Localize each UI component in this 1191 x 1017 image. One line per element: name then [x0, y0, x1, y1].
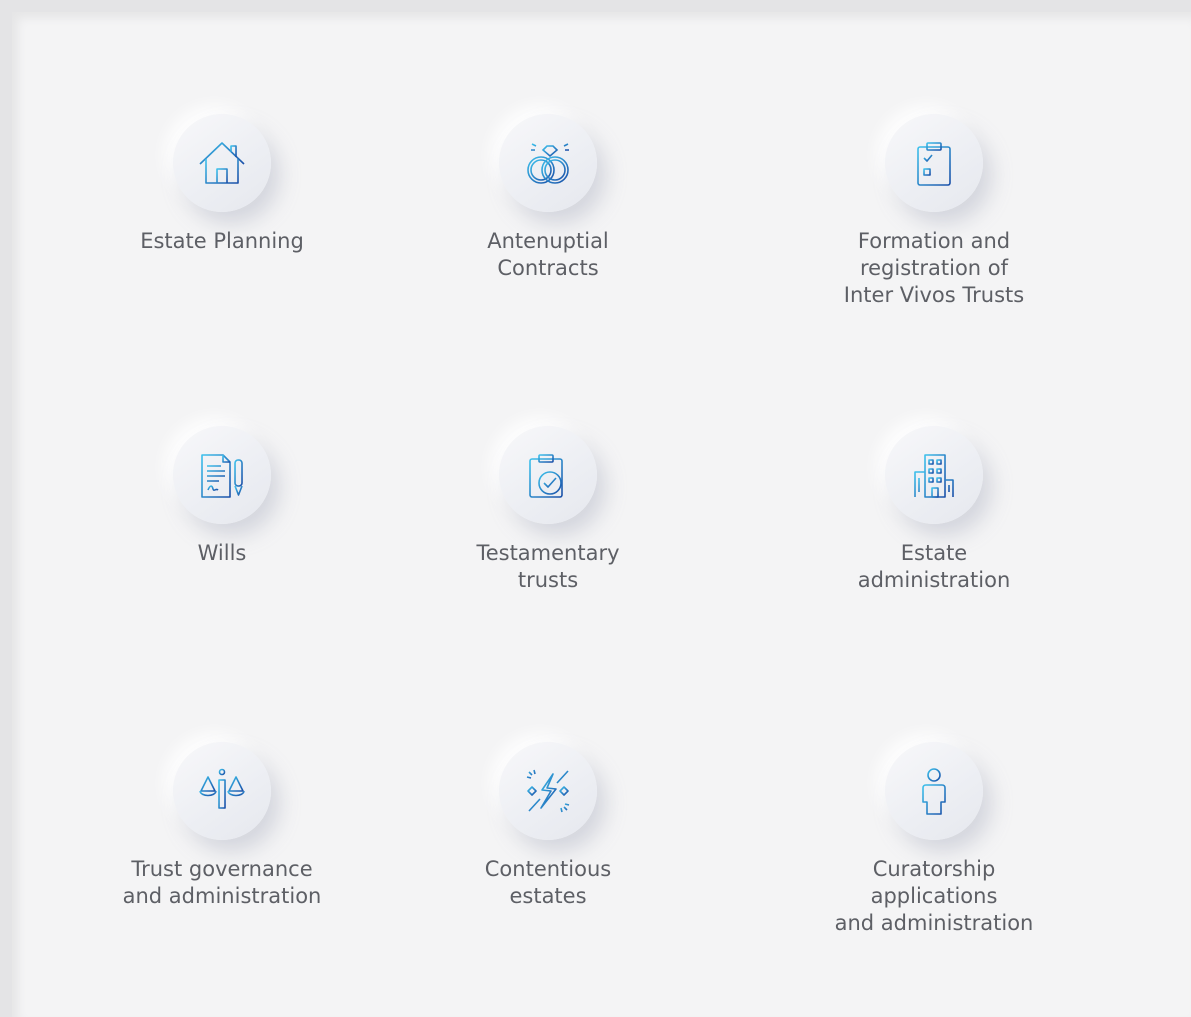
service-label: Estate Planning [140, 229, 304, 253]
service-inter-vivos-trusts[interactable]: Formation and registration of Inter Vivo… [804, 114, 1064, 309]
icon-disc [885, 742, 983, 840]
service-antenuptial-contracts[interactable]: Antenuptial Contracts [418, 114, 678, 282]
service-label: Trust governance and administration [122, 857, 322, 908]
service-testamentary-trusts[interactable]: Testamentary trusts [418, 426, 678, 594]
person-icon [922, 768, 946, 815]
service-wills[interactable]: Wills [92, 426, 352, 567]
services-panel: Estate Planning Antenuptial Contracts Fo… [12, 12, 1191, 1017]
icon-disc [173, 742, 271, 840]
icon-disc [173, 114, 271, 212]
service-label: Wills [197, 541, 247, 565]
icon-disc [499, 426, 597, 524]
icon-disc [499, 114, 597, 212]
clipboard-checklist-icon [917, 142, 951, 186]
service-label: Contentious estates [484, 857, 612, 908]
service-label: Antenuptial Contracts [487, 229, 609, 280]
clipboard-check-icon [529, 454, 563, 498]
wedding-rings-icon [527, 143, 569, 184]
service-estate-planning[interactable]: Estate Planning [92, 114, 352, 255]
house-icon [199, 142, 245, 184]
icon-disc [173, 426, 271, 524]
buildings-icon [912, 454, 956, 498]
service-estate-administration[interactable]: Estate administration [804, 426, 1064, 594]
icon-disc [885, 114, 983, 212]
icon-disc [885, 426, 983, 524]
service-curatorship[interactable]: Curatorship applications and administrat… [804, 742, 1064, 937]
icon-disc [499, 742, 597, 840]
service-label: Estate administration [857, 541, 1011, 592]
scales-icon [199, 768, 245, 813]
disconnect-lightning-icon [526, 769, 570, 813]
service-trust-governance[interactable]: Trust governance and administration [92, 742, 352, 910]
service-label: Testamentary trusts [476, 541, 620, 592]
service-label: Curatorship applications and administrat… [834, 857, 1034, 935]
service-label: Formation and registration of Inter Vivo… [843, 229, 1025, 307]
service-contentious-estates[interactable]: Contentious estates [418, 742, 678, 910]
document-pen-icon [201, 454, 243, 498]
